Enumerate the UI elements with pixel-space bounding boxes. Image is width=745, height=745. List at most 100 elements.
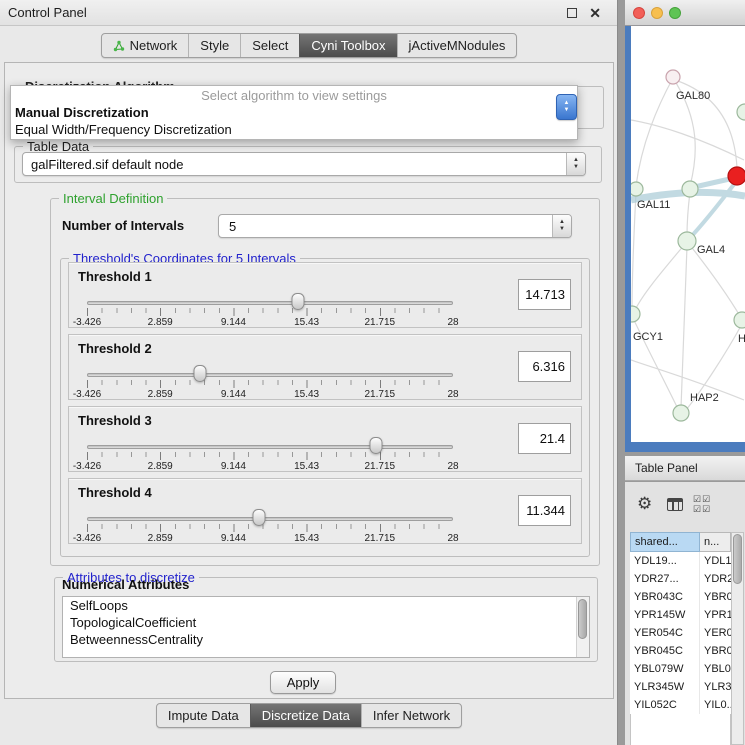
tab-discretize-data[interactable]: Discretize Data [250,704,361,727]
threshold-panel: Threshold 3 -3.426 2.859 9.144 15.43 21.… [68,406,582,472]
scale-label: 2.859 [148,317,173,328]
checkbox-icon[interactable]: ☑ [693,504,702,514]
table-cell[interactable]: YDL1... [700,552,731,570]
network-node[interactable] [631,182,643,196]
network-node[interactable] [631,306,640,322]
slider-track[interactable] [87,301,453,305]
table-row: YDL19...YDL1... [630,552,731,570]
network-node[interactable] [682,181,698,197]
table-cell[interactable]: YBL079W [630,660,700,678]
column-header[interactable]: n... [700,532,731,552]
table-cell[interactable]: YDL19... [630,552,700,570]
scale-label: -3.426 [73,317,101,328]
tab-impute-data[interactable]: Impute Data [157,704,250,727]
table-cell[interactable]: YLR345W [630,678,700,696]
table-cell[interactable]: YER054C [630,624,700,642]
network-node[interactable] [673,405,689,421]
combo-stepper[interactable]: ▲ ▼ [552,215,571,237]
algorithm-combobox-stepper[interactable]: ▲ ▼ [556,94,577,120]
table-cell[interactable]: YBL0... [700,660,731,678]
table-cell[interactable]: YDR2... [700,570,731,588]
network-icon [113,40,125,52]
combo-up-icon: ▲ [559,219,565,227]
threshold-label: Threshold 2 [78,341,152,356]
tab-jactivemnodules[interactable]: jActiveMNodules [397,34,517,57]
close-icon[interactable]: ✕ [589,4,601,22]
threshold-value-input[interactable] [518,279,571,310]
table-cell[interactable]: YLR3... [700,678,731,696]
slider-track[interactable] [87,445,453,449]
table-row: YIL052CYIL0... [630,696,731,714]
algorithm-dropdown-popup: Select algorithm to view settings Manual… [10,85,578,140]
checkbox-icon[interactable]: ☑ [702,504,711,514]
table-cell[interactable]: YBR043C [630,588,700,606]
network-canvas[interactable]: GAL80 GAL11 GAL4 GCY1 HAP2 H [631,26,745,442]
column-header[interactable]: shared... [630,532,700,552]
slider-track[interactable] [87,373,453,377]
slider-track[interactable] [87,517,453,521]
gear-icon[interactable]: ⚙ [637,494,652,514]
float-window-icon[interactable] [567,8,577,18]
threshold-value-input[interactable] [518,423,571,454]
traffic-light-minimize-button[interactable] [651,7,663,19]
table-cell[interactable]: YDR27... [630,570,700,588]
slider-thumb[interactable] [292,293,305,310]
list-item[interactable]: TopologicalCoefficient [63,614,589,631]
threshold-value-input[interactable] [518,495,571,526]
list-scrollbar[interactable] [576,597,589,657]
table-cell[interactable]: YBR0... [700,588,731,606]
tab-select[interactable]: Select [240,34,299,57]
attributes-listbox: SelfLoops TopologicalCoefficient Between… [62,596,590,658]
slider-major-ticks [87,452,453,460]
table-cell[interactable]: YER0... [700,624,731,642]
slider-thumb[interactable] [194,365,207,382]
number-of-intervals-label: Number of Intervals [62,214,184,238]
slider-thumb[interactable] [253,509,266,526]
threshold-slider[interactable]: -3.426 2.859 9.144 15.43 21.715 28 [87,505,453,545]
network-window-titlebar [625,0,745,26]
table-row: YLR345WYLR3... [630,678,731,696]
table-cell[interactable]: YBR045C [630,642,700,660]
traffic-light-zoom-button[interactable] [669,7,681,19]
list-item[interactable]: BetweennessCentrality [63,631,589,648]
combo-stepper[interactable]: ▲ ▼ [566,153,585,175]
slider-thumb[interactable] [370,437,383,454]
scale-label: 28 [447,461,458,472]
threshold-slider[interactable]: -3.426 2.859 9.144 15.43 21.715 28 [87,289,453,329]
column-visibility-checkboxes[interactable]: ☑☑☑☑ [693,494,721,514]
dropdown-option[interactable]: Equal Width/Frequency Discretization [11,121,577,138]
table-cell[interactable]: YPR145W [630,606,700,624]
scrollbar-thumb[interactable] [578,599,587,639]
table-cell[interactable]: YPR1... [700,606,731,624]
network-node[interactable] [734,312,745,328]
network-node[interactable] [678,232,696,250]
table-row: YBR045CYBR0... [630,642,731,660]
threshold-slider[interactable]: -3.426 2.859 9.144 15.43 21.715 28 [87,433,453,473]
network-node[interactable] [737,104,745,120]
tab-infer-network[interactable]: Infer Network [361,704,461,727]
dropdown-placeholder: Select algorithm to view settings [11,87,577,104]
table-data-combobox[interactable]: galFiltered.sif default node ▲ ▼ [22,152,586,176]
table-cell[interactable]: YIL052C [630,696,700,714]
threshold-value-input[interactable] [518,351,571,382]
apply-button[interactable]: Apply [270,671,336,694]
network-node[interactable] [666,70,680,84]
tab-style[interactable]: Style [188,34,240,57]
table-scrollbar[interactable] [731,532,744,745]
threshold-slider[interactable]: -3.426 2.859 9.144 15.43 21.715 28 [87,361,453,401]
table-cell[interactable]: YBR0... [700,642,731,660]
table-row: YBL079WYBL0... [630,660,731,678]
selected-network-node[interactable] [728,167,745,185]
list-item[interactable]: SelfLoops [63,597,589,614]
checkbox-icon[interactable]: ☑ [693,494,702,504]
scrollbar-thumb[interactable] [733,534,742,584]
checkbox-icon[interactable]: ☑ [702,494,711,504]
columns-icon[interactable] [667,498,683,511]
tab-network[interactable]: Network [102,34,189,57]
tab-cyni-toolbox[interactable]: Cyni Toolbox [299,34,396,57]
traffic-light-close-button[interactable] [633,7,645,19]
number-of-intervals-combobox[interactable]: 5 ▲ ▼ [218,214,572,238]
dropdown-option[interactable]: Manual Discretization [11,104,577,121]
table-cell[interactable]: YIL0... [700,696,731,714]
tab-label: Select [252,38,288,53]
